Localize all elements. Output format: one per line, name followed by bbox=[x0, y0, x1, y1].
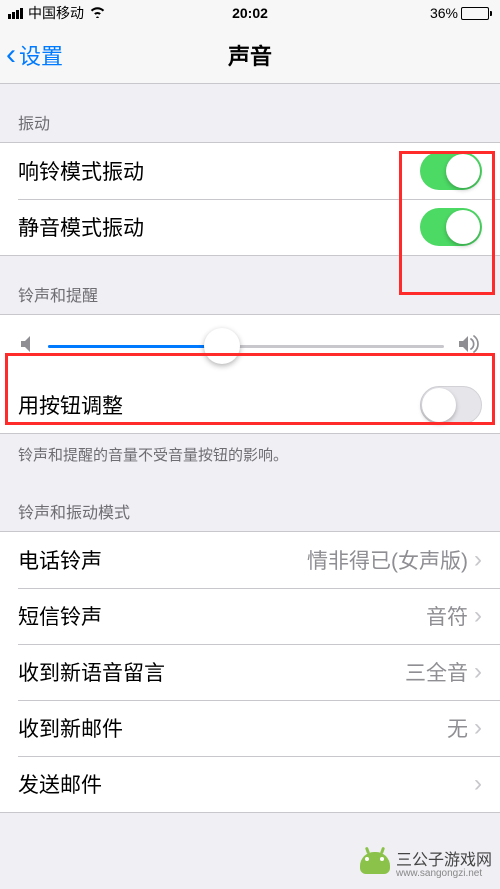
pattern-label: 发送邮件 bbox=[18, 769, 102, 799]
silent-vibrate-label: 静音模式振动 bbox=[18, 212, 144, 242]
signal-icon bbox=[8, 8, 23, 19]
section-header-ringer: 铃声和提醒 bbox=[0, 256, 500, 314]
status-time: 20:02 bbox=[232, 5, 268, 21]
pattern-label: 短信铃声 bbox=[18, 601, 102, 631]
chevron-right-icon: › bbox=[474, 770, 482, 798]
pattern-value: 无› bbox=[447, 713, 482, 743]
status-right: 36% bbox=[430, 5, 492, 21]
ring-vibrate-switch[interactable] bbox=[420, 152, 482, 190]
pattern-label: 收到新邮件 bbox=[18, 713, 123, 743]
ring-vibrate-cell: 响铃模式振动 bbox=[0, 143, 500, 199]
status-left: 中国移动 bbox=[8, 3, 106, 23]
chevron-right-icon: › bbox=[474, 546, 482, 574]
adjust-with-buttons-label: 用按钮调整 bbox=[18, 390, 123, 420]
carrier-label: 中国移动 bbox=[28, 3, 84, 23]
android-icon bbox=[360, 852, 390, 874]
wifi-icon bbox=[89, 5, 106, 21]
pattern-label: 收到新语音留言 bbox=[18, 657, 165, 687]
pattern-label: 电话铃声 bbox=[18, 545, 102, 575]
chevron-right-icon: › bbox=[474, 714, 482, 742]
volume-slider-cell bbox=[0, 315, 500, 377]
status-bar: 中国移动 20:02 36% bbox=[0, 0, 500, 26]
nav-bar: ‹ 设置 声音 bbox=[0, 26, 500, 84]
pattern-cell[interactable]: 短信铃声 音符› bbox=[0, 588, 500, 644]
ring-vibrate-label: 响铃模式振动 bbox=[18, 156, 144, 186]
patterns-group: 电话铃声 情非得已(女声版)› 短信铃声 音符› 收到新语音留言 三全音› 收到新邮件 无› 发… bbox=[0, 531, 500, 813]
section-header-vibration: 振动 bbox=[0, 84, 500, 142]
pattern-value: › bbox=[468, 770, 482, 798]
pattern-cell[interactable]: 收到新语音留言 三全音› bbox=[0, 644, 500, 700]
watermark-line2: www.sangongzi.net bbox=[396, 868, 492, 879]
volume-slider[interactable] bbox=[48, 345, 444, 348]
ringer-group: 用按钮调整 bbox=[0, 314, 500, 434]
watermark-line1: 三公子游戏网 bbox=[396, 852, 492, 869]
back-button[interactable]: ‹ 设置 bbox=[0, 39, 63, 71]
pattern-value: 音符› bbox=[426, 601, 482, 631]
vibration-group: 响铃模式振动 静音模式振动 bbox=[0, 142, 500, 256]
adjust-with-buttons-cell: 用按钮调整 bbox=[0, 377, 500, 433]
ringer-footer: 铃声和提醒的音量不受音量按钮的影响。 bbox=[0, 434, 500, 473]
page-title: 声音 bbox=[228, 39, 272, 71]
chevron-right-icon: › bbox=[474, 658, 482, 686]
pattern-cell[interactable]: 发送邮件 › bbox=[0, 756, 500, 812]
back-label: 设置 bbox=[19, 39, 63, 71]
section-header-patterns: 铃声和振动模式 bbox=[0, 473, 500, 531]
pattern-cell[interactable]: 收到新邮件 无› bbox=[0, 700, 500, 756]
pattern-value: 三全音› bbox=[405, 657, 482, 687]
watermark: 三公子游戏网 www.sangongzi.net bbox=[360, 846, 492, 879]
pattern-value: 情非得已(女声版)› bbox=[307, 545, 482, 575]
silent-vibrate-cell: 静音模式振动 bbox=[0, 199, 500, 255]
volume-low-icon bbox=[20, 335, 34, 358]
volume-slider-thumb[interactable] bbox=[204, 328, 240, 364]
volume-high-icon bbox=[458, 335, 480, 358]
battery-icon bbox=[461, 7, 492, 20]
battery-percent: 36% bbox=[430, 5, 458, 21]
adjust-with-buttons-switch[interactable] bbox=[420, 386, 482, 424]
pattern-cell[interactable]: 电话铃声 情非得已(女声版)› bbox=[0, 532, 500, 588]
silent-vibrate-switch[interactable] bbox=[420, 208, 482, 246]
chevron-left-icon: ‹ bbox=[6, 40, 16, 70]
chevron-right-icon: › bbox=[474, 602, 482, 630]
